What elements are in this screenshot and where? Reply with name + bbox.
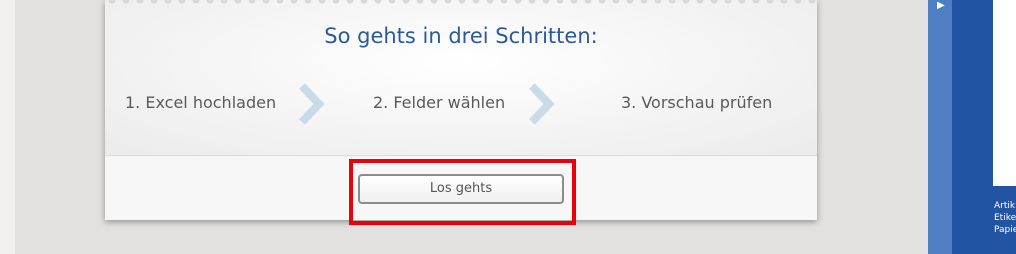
chevron-right-icon bbox=[299, 83, 325, 125]
side-panel-line: Papie bbox=[994, 225, 1016, 235]
page-left-margin bbox=[0, 0, 15, 254]
step-3-label: 3. Vorschau prüfen bbox=[621, 93, 773, 112]
triangle-right-icon[interactable]: ▶ bbox=[937, 0, 945, 11]
steps-card: So gehts in drei Schritten: 1. Excel hoc… bbox=[105, 0, 817, 220]
side-panel-line: Etike bbox=[994, 213, 1016, 223]
side-panel-line: Artik bbox=[994, 201, 1016, 211]
chevron-right-icon bbox=[529, 83, 555, 125]
steps-title: So gehts in drei Schritten: bbox=[324, 24, 598, 48]
steps-card-footer: Los gehts bbox=[105, 157, 817, 220]
start-button[interactable]: Los gehts bbox=[358, 174, 564, 204]
perforated-edge bbox=[105, 0, 817, 8]
step-1-label: 1. Excel hochladen bbox=[125, 93, 277, 112]
side-panel-toggle[interactable] bbox=[928, 0, 952, 254]
step-2-label: 2. Felder wählen bbox=[373, 93, 506, 112]
label-sheet-preview bbox=[993, 0, 1016, 186]
side-panel-text: Artik Etike Papie bbox=[994, 200, 1016, 236]
steps-card-header: So gehts in drei Schritten: 1. Excel hoc… bbox=[105, 0, 817, 156]
